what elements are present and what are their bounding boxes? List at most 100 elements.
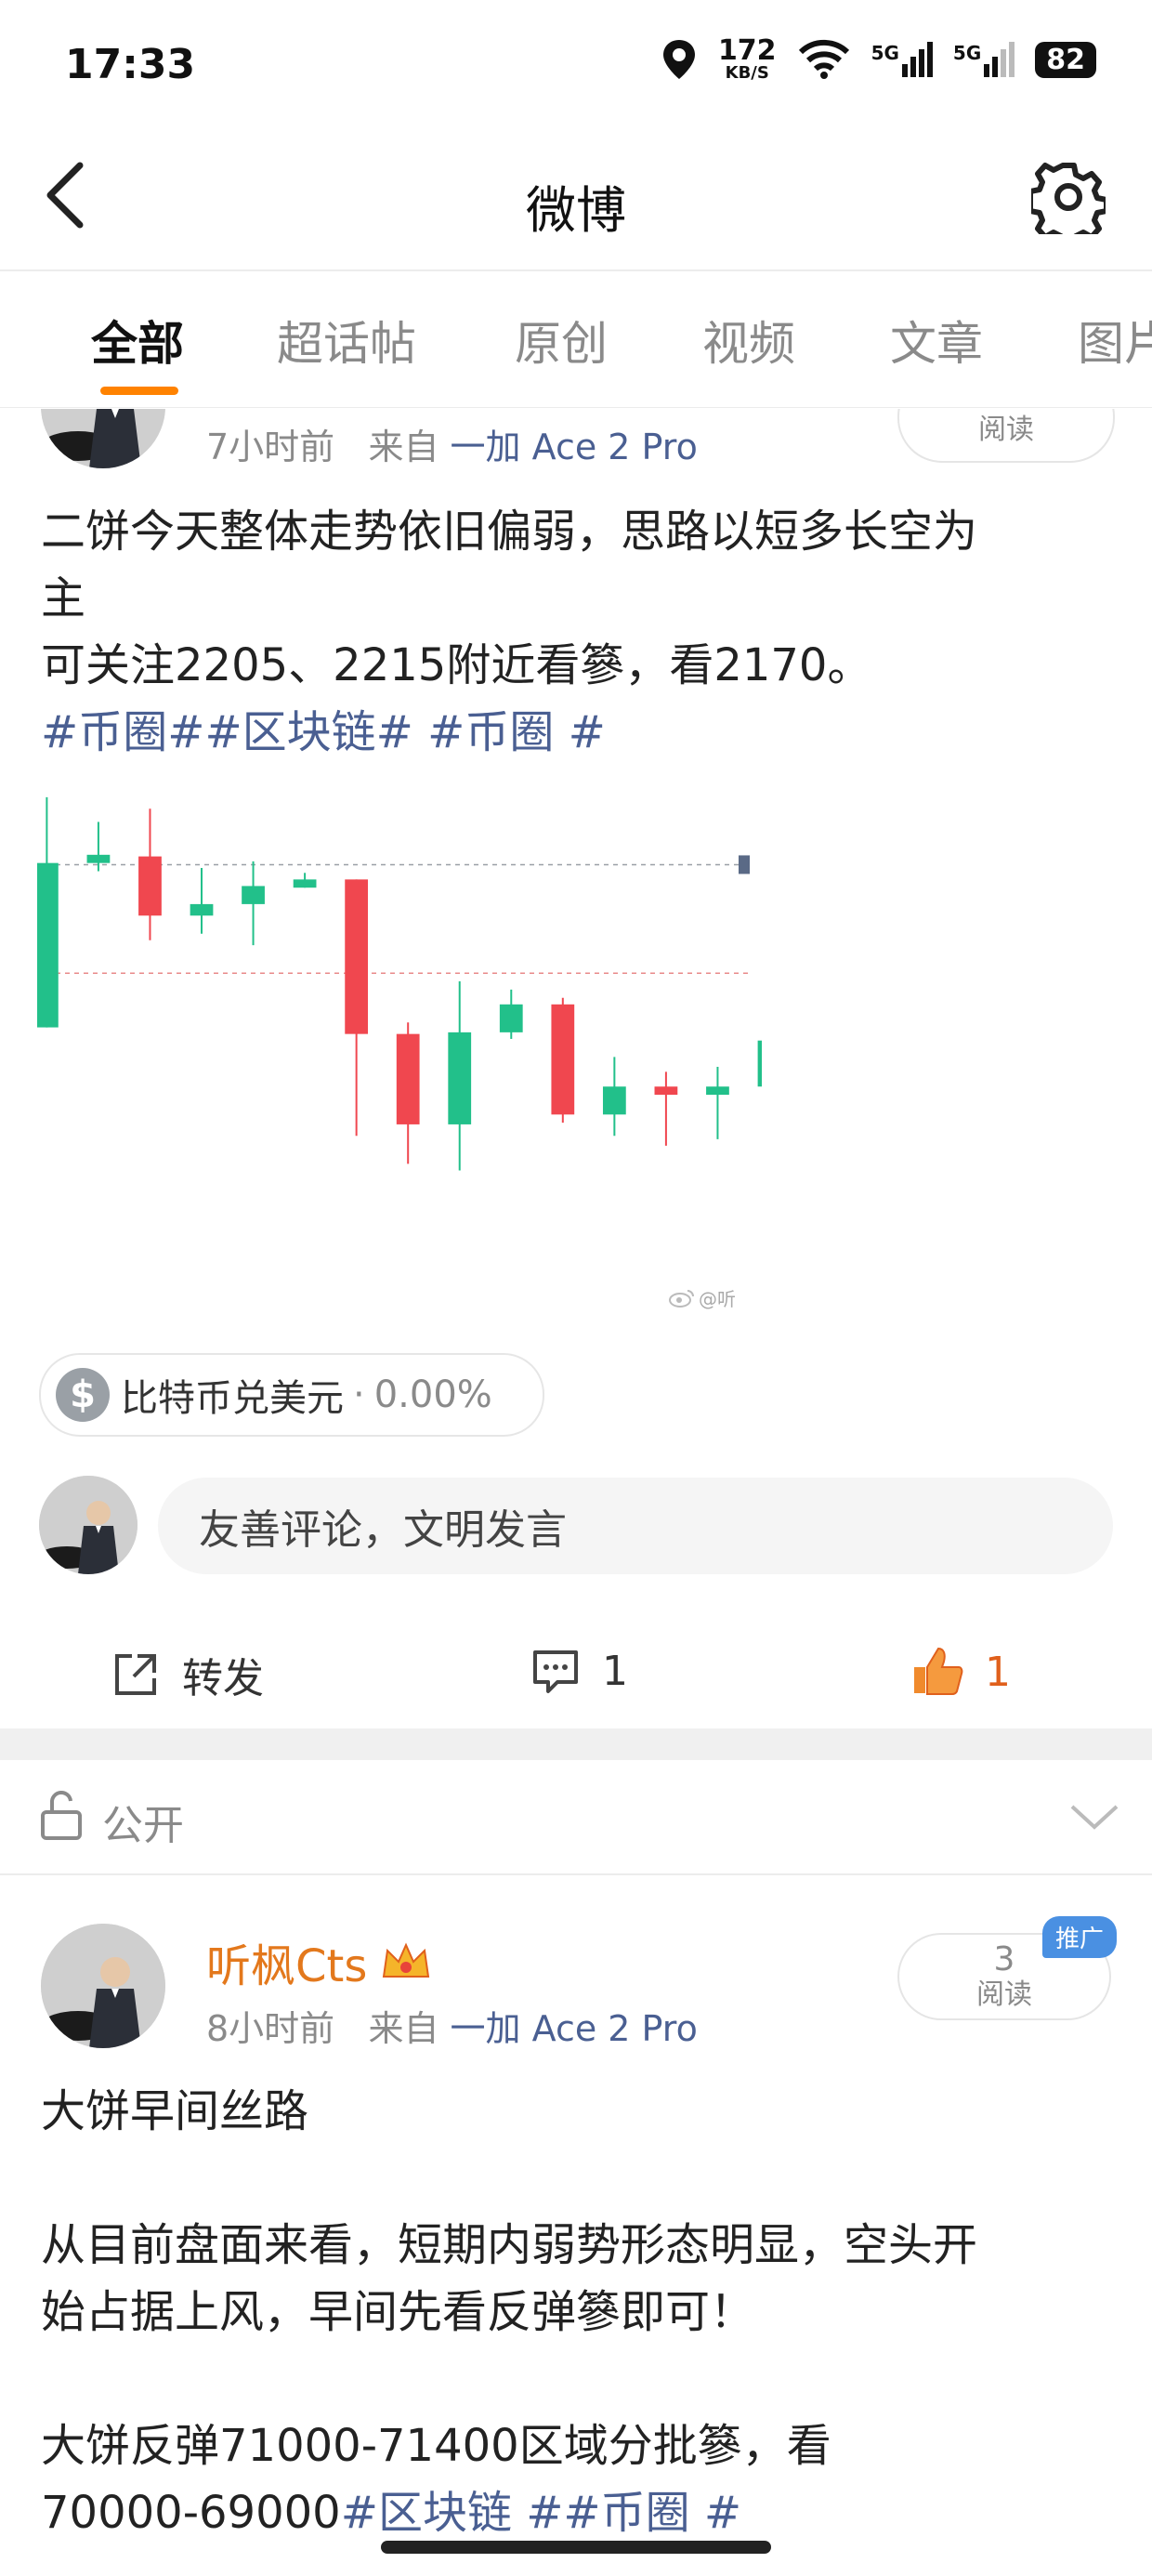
candle [138, 808, 162, 940]
candle [293, 873, 317, 888]
signal-5g-2: 5G [953, 42, 1015, 77]
comment-input[interactable]: 友善评论，文明发言 [158, 1478, 1113, 1574]
candle [396, 1022, 420, 1164]
avatar-photo-icon [41, 1924, 165, 2048]
post1-text-line: 二饼今天整体走势依旧偏弱，思路以短多长空为 [41, 506, 978, 558]
battery-indicator: 82 [1035, 41, 1096, 78]
share-icon [115, 1654, 156, 1695]
comment-count: 1 [602, 1647, 628, 1695]
candle [86, 821, 111, 872]
avatar-photo-icon [39, 1476, 137, 1574]
candle [602, 1057, 626, 1137]
comment-button[interactable]: 1 [530, 1645, 628, 1697]
post2-time: 8小时前 [206, 2008, 335, 2049]
visibility-divider [0, 1873, 1152, 1875]
tab-image[interactable]: 图片 [1078, 307, 1152, 374]
post1-avatar[interactable] [41, 409, 165, 468]
post2-price-range: 70000-69000 [41, 2487, 341, 2539]
post2-meta: 8小时前 来自 一加 Ace 2 Pro [206, 2000, 698, 2051]
tabs-divider [0, 407, 1152, 408]
price-marker [739, 855, 750, 874]
net-label-1: 5G [871, 42, 899, 64]
tab-video[interactable]: 视频 [702, 307, 795, 374]
post1-read-label: 阅读 [978, 414, 1034, 446]
stock-change: 0.00% [373, 1373, 492, 1416]
post-separator [0, 1728, 1152, 1760]
post2-text-line: 70000-69000#区块链 ##币圈 # [41, 2479, 1109, 2546]
candle [190, 867, 214, 934]
post2-avatar[interactable] [41, 1924, 165, 2048]
candle [757, 1029, 781, 1133]
post1-hashtags[interactable]: #币圈##区块链# #币圈 # [41, 699, 1109, 766]
wifi-icon [798, 39, 849, 79]
post2-text-line: 大饼反弹71000-71400区域分批篸，看 [41, 2420, 831, 2472]
net-label-2: 5G [952, 42, 982, 64]
promoted-badge: 推广 [1041, 1916, 1117, 1958]
candle [242, 861, 265, 946]
post1-source[interactable]: 一加 Ace 2 Pro [451, 427, 698, 467]
visibility-label: 公开 [102, 1802, 184, 1849]
watermark-text: @听 [699, 1288, 736, 1310]
avatar-photo-icon [41, 409, 165, 468]
my-avatar[interactable] [39, 1476, 137, 1574]
post2-source[interactable]: 一加 Ace 2 Pro [451, 2008, 698, 2049]
post2-author-name: 听枫Cts [206, 1940, 368, 1992]
chevron-down-icon[interactable] [1068, 1803, 1120, 1833]
candle [654, 1071, 678, 1146]
home-indicator[interactable] [381, 2541, 771, 2554]
candle [448, 981, 472, 1171]
signal-5g-1: 5G [871, 42, 933, 77]
post1-header: 阅读 7小时前 来自 一加 Ace 2 Pro [0, 409, 1152, 474]
status-time: 17:33 [65, 41, 196, 88]
like-count: 1 [985, 1648, 1011, 1696]
post2-body: 大饼早间丝路 从目前盘面来看，短期内弱势形态明显，空头开 始占据上风，早间先看反… [41, 2078, 1109, 2546]
post1-chart-image[interactable]: @听 [35, 790, 1091, 1320]
tab-all[interactable]: 全部 [91, 307, 184, 374]
post1-body: 二饼今天整体走势依旧偏弱，思路以短多长空为 主 可关注2205、2215附近看篸… [41, 498, 1109, 766]
settings-gear-icon[interactable] [1031, 160, 1106, 234]
post2-from-label: 来自 [368, 2008, 439, 2049]
candle [499, 989, 523, 1039]
speed-unit: KB/S [725, 63, 769, 83]
repost-label: 转发 [182, 1655, 264, 1702]
unlock-icon [41, 1791, 82, 1840]
header-divider [0, 269, 1152, 271]
active-tab-indicator [100, 387, 178, 395]
post2-text-line: 始占据上风，早间先看反弹篸即可！ [41, 2286, 755, 2338]
post2-text-line: 从目前盘面来看，短期内弱势形态明显，空头开 [41, 2219, 978, 2271]
weibo-logo-icon [669, 1289, 694, 1308]
stock-separator: · [353, 1373, 365, 1416]
candle [551, 997, 575, 1124]
post2-author[interactable]: 听枫Cts [206, 1929, 432, 1994]
status-icons: 172 KB/S 5G 5G 82 [661, 37, 1096, 82]
thumbs-up-icon [914, 1647, 963, 1695]
stock-pill[interactable]: $ 比特币兑美元 · 0.00% [39, 1353, 544, 1437]
network-speed: 172 KB/S [718, 37, 777, 82]
post2-text-line: 大饼早间丝路 [41, 2085, 309, 2137]
post1-time: 7小时前 [206, 427, 335, 467]
post2-hashtags[interactable]: #区块链 ##币圈 # [341, 2487, 741, 2539]
like-button[interactable]: 1 [910, 1645, 1011, 1699]
chart-watermark: @听 [669, 1284, 736, 1311]
post1-meta: 7小时前 来自 一加 Ace 2 Pro [206, 418, 698, 469]
tab-original[interactable]: 原创 [515, 307, 608, 374]
stock-name: 比特币兑美元 [121, 1377, 344, 1420]
repost-button[interactable]: 转发 [110, 1645, 264, 1704]
post2-read-label: 阅读 [976, 1978, 1032, 2011]
candle [345, 879, 369, 1137]
post1-text-line: 可关注2205、2215附近看篸，看2170。 [41, 639, 872, 691]
location-icon [662, 40, 695, 79]
candlestick-chart [35, 796, 1091, 1171]
post1-from-label: 来自 [368, 427, 439, 467]
post1-text-line: 主 [41, 572, 86, 624]
candle [706, 1067, 729, 1139]
comment-icon [533, 1650, 578, 1693]
candle [35, 796, 59, 1028]
tab-supertopic[interactable]: 超话帖 [277, 307, 416, 374]
post1-read-pill: 阅读 [897, 409, 1115, 463]
post1-action-bar: 转发 1 1 [0, 1617, 1152, 1728]
crown-badge-icon [383, 1942, 430, 1978]
tab-article[interactable]: 文章 [890, 307, 983, 374]
filter-tabs: 全部 超话帖 原创 视频 文章 图片 [0, 307, 1152, 381]
page-title: 微博 [526, 181, 626, 240]
